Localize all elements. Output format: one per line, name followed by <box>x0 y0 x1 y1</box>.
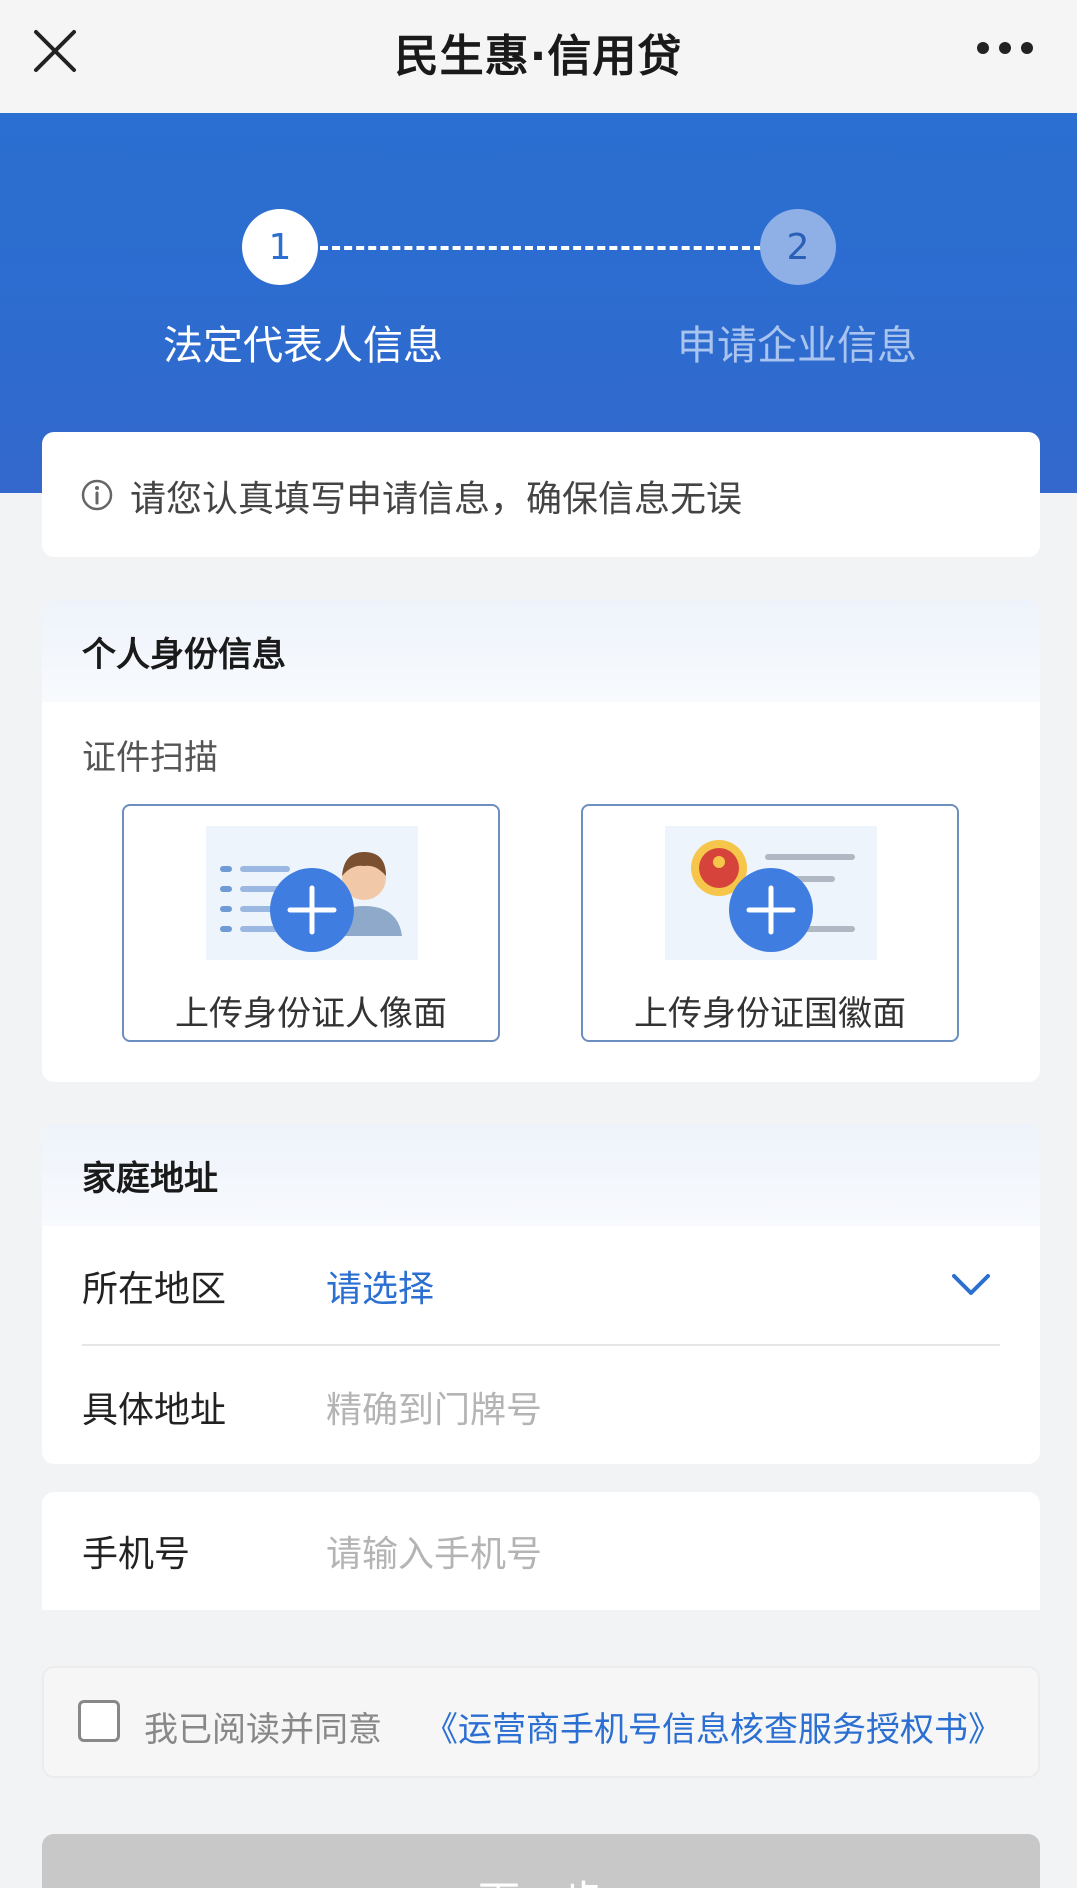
detail-address-label: 具体地址 <box>82 1390 227 1431</box>
region-value[interactable]: 请选择 <box>326 1260 434 1312</box>
step-1-indicator: 1 <box>242 209 318 285</box>
identity-section: 个人身份信息 证件扫描 上传身份证人像面 上传身份证国徽面 <box>42 600 1040 1082</box>
page-title: 民生惠·信用贷 <box>394 31 683 82</box>
step-2-label: 申请企业信息 <box>677 323 917 369</box>
phone-field[interactable]: 手机号 请输入手机号 <box>82 1492 1000 1610</box>
notice-text: 请您认真填写申请信息，确保信息无误 <box>130 479 743 520</box>
step-2-indicator: 2 <box>760 209 836 285</box>
address-section-title: 家庭地址 <box>42 1124 1040 1226</box>
agreement-link[interactable]: 《运营商手机号信息核查服务授权书》 <box>424 1702 1002 1751</box>
scan-label: 证件扫描 <box>82 738 218 778</box>
step-connector <box>320 246 762 250</box>
upload-id-front-label: 上传身份证人像面 <box>175 994 447 1034</box>
nav-bar: 民生惠·信用贷 <box>0 0 1077 113</box>
notice-card: 请您认真填写申请信息，确保信息无误 <box>42 432 1040 557</box>
upload-id-front-button[interactable]: 上传身份证人像面 <box>122 804 500 1042</box>
upload-id-back-button[interactable]: 上传身份证国徽面 <box>581 804 959 1042</box>
address-section: 家庭地址 所在地区 请选择 具体地址 精确到门牌号 <box>42 1124 1040 1464</box>
step-1-label: 法定代表人信息 <box>163 323 443 369</box>
chevron-down-icon[interactable] <box>950 1272 992 1298</box>
upload-id-back-label: 上传身份证国徽面 <box>634 994 906 1034</box>
phone-section: 手机号 请输入手机号 <box>42 1492 1040 1610</box>
region-label: 所在地区 <box>82 1269 227 1310</box>
detail-address-field[interactable]: 具体地址 精确到门牌号 <box>82 1348 1000 1466</box>
phone-input[interactable]: 请输入手机号 <box>326 1525 542 1577</box>
info-icon <box>81 479 113 511</box>
id-emblem-illustration-icon <box>665 826 877 960</box>
agreement-prefix: 我已阅读并同意 <box>144 1710 382 1750</box>
phone-label: 手机号 <box>82 1534 191 1575</box>
next-step-button[interactable]: 下一步 <box>42 1834 1040 1888</box>
identity-section-title: 个人身份信息 <box>42 600 1040 702</box>
region-select[interactable]: 所在地区 请选择 <box>82 1228 1000 1346</box>
id-portrait-illustration-icon <box>206 826 418 960</box>
more-icon[interactable] <box>975 35 1035 61</box>
detail-address-input[interactable]: 精确到门牌号 <box>326 1381 542 1433</box>
agreement-row: 我已阅读并同意 《运营商手机号信息核查服务授权书》 <box>42 1666 1040 1778</box>
agreement-checkbox[interactable] <box>78 1700 120 1742</box>
